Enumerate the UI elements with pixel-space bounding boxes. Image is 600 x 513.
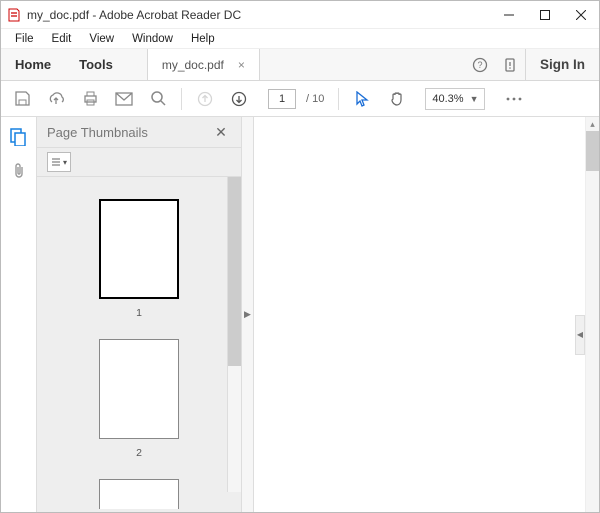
svg-text:?: ? bbox=[477, 60, 482, 70]
minimize-button[interactable] bbox=[491, 1, 527, 29]
thumbnails-list: 1 2 bbox=[37, 177, 241, 512]
thumbnails-scrollbar[interactable] bbox=[227, 177, 241, 492]
separator bbox=[338, 88, 339, 110]
panel-header: Page Thumbnails ✕ bbox=[37, 117, 241, 147]
menu-view[interactable]: View bbox=[81, 32, 122, 46]
hand-tool-icon[interactable] bbox=[381, 84, 411, 114]
document-scrollbar[interactable]: ▴ bbox=[585, 117, 599, 512]
scrollbar-up-icon[interactable]: ▴ bbox=[586, 117, 599, 131]
panel-options: ▾ bbox=[37, 147, 241, 177]
select-tool-icon[interactable] bbox=[347, 84, 377, 114]
scrollbar-thumb[interactable] bbox=[586, 131, 599, 171]
document-view[interactable]: ▴ ◀ bbox=[254, 117, 599, 512]
thumbnail-image bbox=[99, 339, 179, 439]
thumbnail-page[interactable]: 1 bbox=[99, 199, 179, 339]
title-bar: my_doc.pdf - Adobe Acrobat Reader DC bbox=[1, 1, 599, 29]
panel-close-icon[interactable]: ✕ bbox=[211, 124, 231, 141]
thumbnail-label: 2 bbox=[99, 447, 179, 459]
toolbar: 1 / 10 40.3% ▼ bbox=[1, 81, 599, 117]
app-icon bbox=[7, 8, 21, 22]
page-down-icon[interactable] bbox=[224, 84, 254, 114]
zoom-value: 40.3% bbox=[432, 93, 463, 105]
window-controls bbox=[491, 1, 599, 29]
thumbnails-rail-icon[interactable] bbox=[7, 125, 31, 149]
nav-bar: Home Tools my_doc.pdf × ? Sign In bbox=[1, 49, 599, 81]
menu-help[interactable]: Help bbox=[183, 32, 223, 46]
thumbnail-page[interactable]: 2 bbox=[99, 339, 179, 479]
right-tools-collapse-handle[interactable]: ◀ bbox=[575, 315, 585, 355]
menu-bar: File Edit View Window Help bbox=[1, 29, 599, 49]
notification-icon[interactable] bbox=[495, 49, 525, 80]
search-icon[interactable] bbox=[143, 84, 173, 114]
close-button[interactable] bbox=[563, 1, 599, 29]
tab-tools[interactable]: Tools bbox=[65, 49, 127, 80]
chevron-right-icon: ▶ bbox=[244, 309, 251, 320]
close-tab-icon[interactable]: × bbox=[238, 58, 245, 72]
sign-in-button[interactable]: Sign In bbox=[525, 49, 599, 80]
thumbnail-image bbox=[99, 479, 179, 509]
work-area: Page Thumbnails ✕ ▾ 1 2 bbox=[1, 117, 599, 512]
attachments-rail-icon[interactable] bbox=[7, 159, 31, 183]
more-tools-icon[interactable] bbox=[499, 84, 529, 114]
maximize-button[interactable] bbox=[527, 1, 563, 29]
panel-collapse-handle[interactable]: ▶ bbox=[242, 117, 254, 512]
thumbnail-page[interactable] bbox=[99, 479, 179, 509]
page-up-icon[interactable] bbox=[190, 84, 220, 114]
chevron-down-icon: ▾ bbox=[63, 158, 67, 167]
panel-options-button[interactable]: ▾ bbox=[47, 152, 71, 172]
tab-home[interactable]: Home bbox=[1, 49, 65, 80]
email-icon[interactable] bbox=[109, 84, 139, 114]
page-total: / 10 bbox=[306, 93, 324, 105]
save-icon[interactable] bbox=[7, 84, 37, 114]
scrollbar-thumb[interactable] bbox=[228, 177, 241, 366]
thumbnail-label: 1 bbox=[99, 307, 179, 319]
print-icon[interactable] bbox=[75, 84, 105, 114]
thumbnail-image bbox=[99, 199, 179, 299]
menu-file[interactable]: File bbox=[7, 32, 42, 46]
chevron-down-icon: ▼ bbox=[470, 94, 479, 104]
thumbnails-panel: Page Thumbnails ✕ ▾ 1 2 bbox=[37, 117, 242, 512]
separator bbox=[181, 88, 182, 110]
tab-document-label: my_doc.pdf bbox=[162, 58, 224, 72]
menu-edit[interactable]: Edit bbox=[44, 32, 80, 46]
window-title: my_doc.pdf - Adobe Acrobat Reader DC bbox=[27, 8, 241, 22]
cloud-upload-icon[interactable] bbox=[41, 84, 71, 114]
help-icon[interactable]: ? bbox=[465, 49, 495, 80]
left-rail bbox=[1, 117, 37, 512]
panel-title: Page Thumbnails bbox=[47, 125, 211, 140]
page-number-input[interactable]: 1 bbox=[268, 89, 296, 109]
menu-window[interactable]: Window bbox=[124, 32, 181, 46]
zoom-dropdown[interactable]: 40.3% ▼ bbox=[425, 88, 485, 110]
tab-document[interactable]: my_doc.pdf × bbox=[147, 49, 260, 80]
